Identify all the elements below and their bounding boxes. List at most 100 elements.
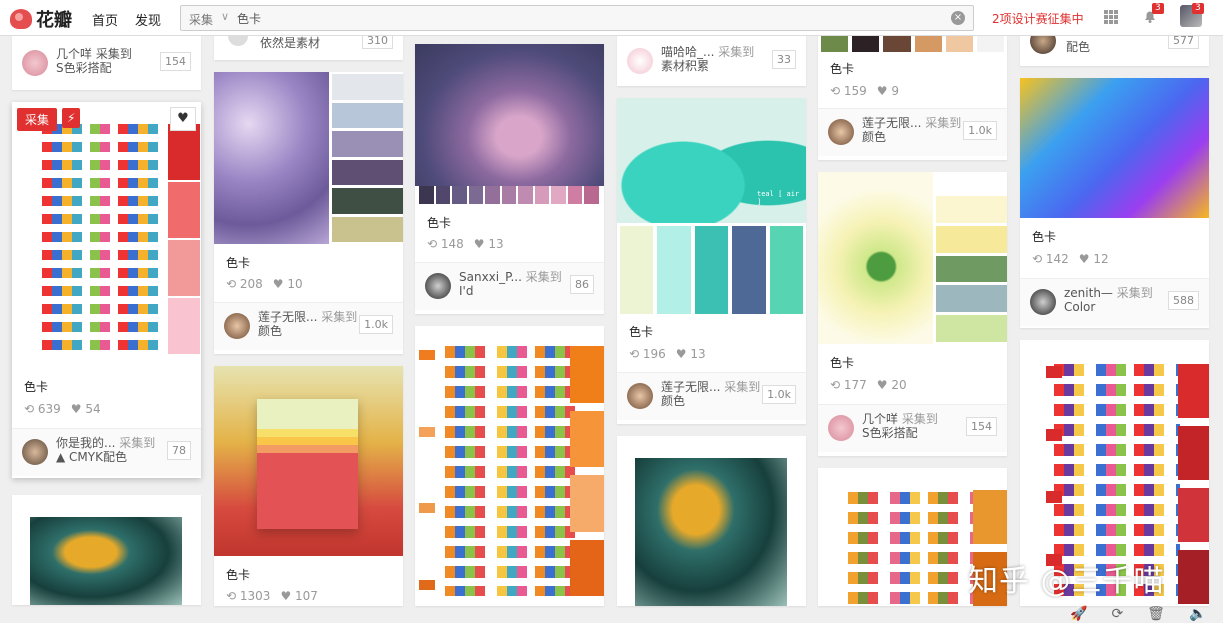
- search-input[interactable]: [237, 9, 937, 27]
- repin-icon: ⟲: [24, 402, 35, 416]
- refresh-icon[interactable]: ⟳: [1111, 606, 1123, 622]
- pin-image-hydrangea[interactable]: [214, 72, 329, 244]
- board-name[interactable]: ▲ CMYK配色: [56, 450, 127, 464]
- heart-icon: ♥: [675, 347, 687, 361]
- pin-card[interactable]: 采集 ⚡ ♥ 色卡 ⟲ 639 ♥ 54 你是我的... 采集到 ▲ CMYK配色…: [12, 102, 201, 478]
- pin-stats: ⟲ 177 ♥ 20: [830, 378, 907, 392]
- pin-card[interactable]: 色卡 ⟲ 148 ♥ 13 Sanxxi_P... 采集到 I'd 86: [415, 44, 604, 314]
- pin-stats: ⟲ 159 ♥ 9: [830, 84, 900, 98]
- board-name[interactable]: 素材积累: [661, 59, 709, 73]
- image-caption: teal [ air ]: [757, 190, 800, 206]
- board-name[interactable]: 颜色: [862, 130, 886, 144]
- collector-name[interactable]: 几个咩 采集到: [56, 47, 132, 61]
- pin-title: 色卡: [226, 568, 251, 582]
- avatar[interactable]: [224, 313, 250, 339]
- pin-stats: ⟲ 639 ♥ 54: [24, 402, 101, 416]
- pin-card[interactable]: 色卡 ⟲ 177 ♥ 20 几个咩 采集到 S色彩搭配 154: [818, 172, 1007, 456]
- collector-name[interactable]: 喵哈哈_...: [661, 45, 714, 59]
- logo-text: 花瓣: [36, 10, 72, 31]
- avatar[interactable]: [228, 36, 248, 46]
- pin-image-fruit[interactable]: teal [ air ]: [617, 98, 806, 223]
- bottom-toolbar: 🚀 ⟳ 🗑 🔈: [1070, 606, 1206, 622]
- pin-image-palette[interactable]: [415, 326, 604, 606]
- rocket-icon[interactable]: 🚀: [1070, 606, 1087, 622]
- pin-title: 色卡: [24, 380, 49, 394]
- pin-card[interactable]: 喵哈哈_... 采集到 素材积累 33: [617, 36, 806, 86]
- pin-image-swatches: [332, 72, 403, 244]
- promo-link[interactable]: 2项设计赛征集中: [992, 10, 1084, 27]
- pin-card[interactable]: 依然是素材 310: [214, 36, 403, 60]
- collector-name[interactable]: 莲子无限...: [862, 116, 921, 130]
- avatar[interactable]: [22, 50, 48, 76]
- repin-icon: ⟲: [226, 277, 237, 291]
- collector-name[interactable]: 莲子无限...: [661, 380, 720, 394]
- pin-image-gradient[interactable]: [214, 366, 403, 556]
- collector-name[interactable]: 依然是素材: [260, 36, 320, 51]
- board-count: 33: [772, 50, 796, 69]
- avatar[interactable]: [22, 439, 48, 465]
- avatar[interactable]: [627, 48, 653, 74]
- board-count: 1.0k: [762, 385, 796, 404]
- collect-button[interactable]: 采集: [17, 108, 58, 131]
- watermark: 知乎 @三千喵: [968, 564, 1165, 599]
- quick-collect-icon[interactable]: ⚡: [62, 108, 81, 128]
- pin-stats: ⟲ 1303 ♥ 107: [226, 589, 318, 603]
- avatar[interactable]: [1030, 289, 1056, 315]
- heart-icon: ♥: [1078, 252, 1090, 266]
- collector-name[interactable]: zenith—: [1064, 286, 1113, 300]
- board-count: 310: [362, 36, 393, 49]
- repin-icon: ⟲: [830, 84, 841, 98]
- repin-icon: ⟲: [226, 589, 237, 603]
- collector-name[interactable]: 几个咩: [862, 412, 898, 426]
- avatar[interactable]: [425, 273, 451, 299]
- collector-name[interactable]: 莲子无限...: [258, 310, 317, 324]
- board-count: 577: [1168, 36, 1199, 49]
- avatar[interactable]: [828, 415, 854, 441]
- pin-card[interactable]: teal [ air ] 色卡 ⟲ 196 ♥ 13 莲子无限... 采集到 颜色…: [617, 98, 806, 424]
- trash-icon[interactable]: 🗑: [1147, 606, 1165, 622]
- board-name[interactable]: S色彩搭配: [56, 61, 112, 75]
- board-name[interactable]: S色彩搭配: [862, 426, 918, 440]
- pin-image-lemon[interactable]: [818, 172, 933, 344]
- nav-discover[interactable]: 发现: [135, 10, 161, 29]
- pin-image-leaves[interactable]: [635, 458, 787, 606]
- search-scope-select[interactable]: 采集: [189, 11, 213, 28]
- like-heart-icon[interactable]: ♥: [170, 107, 196, 131]
- pin-card[interactable]: 几个咩 采集到 S色彩搭配 154: [12, 36, 201, 90]
- pin-stats: ⟲ 196 ♥ 13: [629, 347, 706, 361]
- clear-search-icon[interactable]: ×: [951, 11, 965, 25]
- apps-grid-icon[interactable]: [1104, 10, 1118, 24]
- pin-card[interactable]: 色卡 ⟲ 159 ♥ 9 莲子无限... 采集到 颜色 1.0k: [818, 36, 1007, 160]
- volume-icon[interactable]: 🔈: [1189, 606, 1206, 622]
- top-navigation-bar: 花瓣 首页 发现 采集 ∨ × 2项设计赛征集中 3 3: [0, 0, 1223, 36]
- pin-image-palette[interactable]: [12, 102, 201, 362]
- pin-card[interactable]: 色卡 ⟲ 1303 ♥ 107: [214, 366, 403, 606]
- pin-image-clouds[interactable]: [415, 44, 604, 186]
- pin-title: 色卡: [830, 356, 855, 370]
- board-name[interactable]: 颜色: [258, 324, 282, 338]
- repin-icon: ⟲: [629, 347, 640, 361]
- pin-card[interactable]: 配色 577: [1020, 36, 1209, 66]
- board-count: 588: [1168, 291, 1199, 310]
- pin-stats: ⟲ 208 ♥ 10: [226, 277, 303, 291]
- heart-icon: ♥: [473, 237, 485, 251]
- avatar[interactable]: [627, 383, 653, 409]
- pin-image-cards[interactable]: [1020, 78, 1209, 218]
- chevron-down-icon[interactable]: ∨: [221, 10, 229, 23]
- avatar[interactable]: [828, 119, 854, 145]
- pin-card[interactable]: [12, 495, 201, 605]
- logo[interactable]: 花瓣: [10, 6, 72, 32]
- nav-home[interactable]: 首页: [92, 10, 118, 29]
- avatar[interactable]: [1030, 36, 1056, 54]
- board-name[interactable]: I'd: [459, 284, 473, 298]
- collector-name[interactable]: Sanxxi_P...: [459, 270, 522, 284]
- pin-card[interactable]: [415, 326, 604, 606]
- pin-card[interactable]: [617, 436, 806, 606]
- board-name[interactable]: 颜色: [661, 394, 685, 408]
- pin-image-leaves[interactable]: [30, 517, 182, 605]
- pin-card[interactable]: 色卡 ⟲ 208 ♥ 10 莲子无限... 采集到 颜色 1.0k: [214, 72, 403, 354]
- pin-card[interactable]: 色卡 ⟲ 142 ♥ 12 zenith— 采集到 Color 588: [1020, 78, 1209, 328]
- board-name[interactable]: Color: [1064, 300, 1095, 314]
- board-name[interactable]: 配色: [1066, 38, 1090, 55]
- collector-name[interactable]: 你是我的...: [56, 436, 115, 450]
